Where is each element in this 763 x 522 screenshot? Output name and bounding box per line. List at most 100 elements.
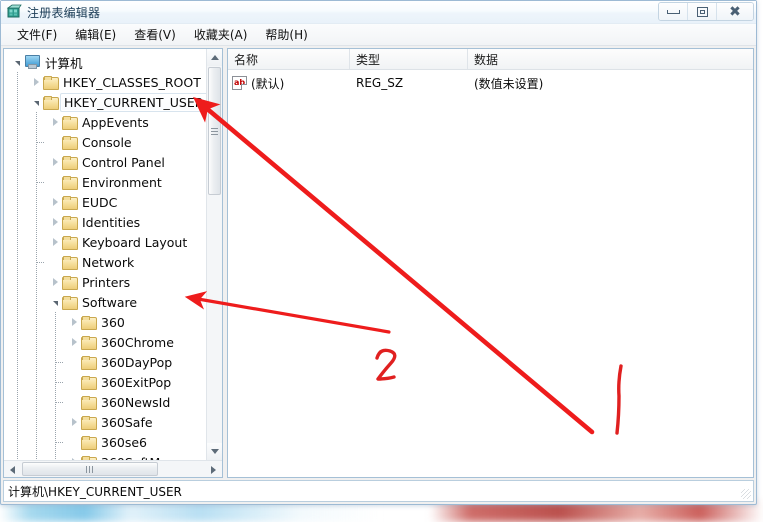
menu-help[interactable]: 帮助(H)	[256, 24, 316, 46]
minimize-button[interactable]	[659, 3, 688, 20]
folder-icon	[62, 255, 78, 270]
tree-item-label: Identities	[82, 214, 141, 230]
chevron-right-icon	[52, 238, 58, 246]
titlebar[interactable]: 注册表编辑器 ✖	[1, 1, 756, 24]
tree-item-360safe[interactable]: 360Safe	[4, 412, 206, 432]
expand-arrow-icon[interactable]	[48, 158, 62, 166]
tree-item-label: 360	[101, 314, 125, 330]
tree-item-label: 360Safe	[101, 414, 153, 430]
folder-icon	[81, 435, 97, 450]
chevron-down-icon	[211, 449, 219, 454]
tree-item-software[interactable]: Software	[4, 292, 206, 312]
chevron-right-icon	[71, 318, 77, 326]
tree-item-hkey-classes-root[interactable]: HKEY_CLASSES_ROOT	[4, 72, 206, 92]
menu-file[interactable]: 文件(F)	[8, 24, 66, 46]
table-row[interactable]: ab (默认) REG_SZ (数值未设置)	[228, 73, 753, 93]
column-header-data[interactable]: 数据	[468, 49, 753, 69]
tree-item-label: HKEY_CLASSES_ROOT	[63, 74, 201, 90]
maximize-button[interactable]	[688, 3, 717, 20]
expand-arrow-icon[interactable]	[48, 238, 62, 246]
tree-item-label: Software	[82, 294, 138, 310]
menu-edit[interactable]: 编辑(E)	[66, 24, 125, 46]
listview-header: 名称 类型 数据	[228, 49, 753, 70]
folder-icon	[62, 155, 78, 170]
expand-arrow-icon[interactable]	[48, 118, 62, 126]
menu-favorites[interactable]: 收藏夹(A)	[185, 24, 257, 46]
folder-icon	[81, 375, 97, 390]
folder-icon	[62, 115, 78, 130]
collapse-arrow-icon[interactable]	[10, 60, 24, 66]
tree-item-360se6[interactable]: 360se6	[4, 432, 206, 452]
tree-item-network[interactable]: Network	[4, 252, 206, 272]
horizontal-scrollbar-thumb[interactable]	[22, 462, 158, 476]
collapse-arrow-icon[interactable]	[29, 100, 43, 106]
scroll-down-button[interactable]	[207, 443, 222, 460]
tree-item-360newsid[interactable]: 360NewsId	[4, 392, 206, 412]
scroll-left-button[interactable]	[4, 461, 21, 477]
tree-item-label: Environment	[82, 174, 162, 190]
tree-item-keyboard-layout[interactable]: Keyboard Layout	[4, 232, 206, 252]
tree-item-printers[interactable]: Printers	[4, 272, 206, 292]
folder-icon	[62, 215, 78, 230]
tree-item-identities[interactable]: Identities	[4, 212, 206, 232]
tree-item-label: 360DayPop	[101, 354, 173, 370]
value-type-cell: REG_SZ	[356, 76, 404, 90]
folder-icon	[62, 295, 78, 310]
status-path: 计算机\HKEY_CURRENT_USER	[8, 484, 182, 499]
minimize-icon	[666, 9, 680, 14]
registry-editor-window: 注册表编辑器 ✖ 文件(F) 编辑(E) 查看(V) 收藏夹(A) 帮助(H)	[0, 0, 757, 505]
folder-icon	[81, 335, 97, 350]
tree-item-hkey-current-user[interactable]: HKEY_CURRENT_USER	[4, 92, 210, 112]
chevron-down-icon	[14, 60, 20, 66]
tree-item-360exitpop[interactable]: 360ExitPop	[4, 372, 206, 392]
tree-item-console[interactable]: Console	[4, 132, 206, 152]
column-header-name[interactable]: 名称	[228, 49, 350, 69]
close-button[interactable]: ✖	[717, 3, 753, 20]
registry-values-pane: 名称 类型 数据 ab (默认) REG_SZ (数值未设置)	[227, 48, 754, 478]
collapse-arrow-icon[interactable]	[48, 300, 62, 306]
value-name-cell: ab (默认)	[228, 75, 350, 92]
column-header-type[interactable]: 类型	[350, 49, 468, 69]
tree-item-control-panel[interactable]: Control Panel	[4, 152, 206, 172]
tree-item-[interactable]: 计算机	[4, 52, 206, 72]
expand-arrow-icon[interactable]	[29, 78, 43, 86]
tree-vertical-scrollbar[interactable]	[206, 49, 222, 460]
tree-horizontal-scrollbar[interactable]	[4, 460, 222, 477]
tree-item-360chrome[interactable]: 360Chrome	[4, 332, 206, 352]
expand-arrow-icon[interactable]	[48, 198, 62, 206]
scrollbar-grip-icon	[211, 127, 218, 135]
tree-item-label: Printers	[82, 274, 131, 290]
tree-item-label: Keyboard Layout	[82, 234, 188, 250]
menubar: 文件(F) 编辑(E) 查看(V) 收藏夹(A) 帮助(H)	[1, 24, 756, 46]
expand-arrow-icon[interactable]	[67, 418, 81, 426]
tree-scroll-area: 计算机 HKEY_CLASSES_ROOT HKEY_CURRENT_USER App…	[4, 49, 222, 477]
tree-item-label: AppEvents	[82, 114, 149, 130]
chevron-right-icon	[52, 198, 58, 206]
chevron-down-icon	[33, 100, 39, 106]
window-title: 注册表编辑器	[27, 5, 101, 20]
chevron-right-icon	[33, 78, 39, 86]
folder-icon	[43, 75, 59, 90]
tree-item-label: HKEY_CURRENT_USER	[60, 92, 210, 112]
tree-item-label: 360NewsId	[101, 394, 171, 410]
tree-item-360daypop[interactable]: 360DayPop	[4, 352, 206, 372]
tree-item-360[interactable]: 360	[4, 312, 206, 332]
chevron-down-icon	[52, 300, 58, 306]
expand-arrow-icon[interactable]	[48, 218, 62, 226]
expand-arrow-icon[interactable]	[48, 278, 62, 286]
vertical-scrollbar-thumb[interactable]	[208, 67, 221, 195]
expand-arrow-icon[interactable]	[67, 338, 81, 346]
tree-item-environment[interactable]: Environment	[4, 172, 206, 192]
expand-arrow-icon[interactable]	[67, 318, 81, 326]
registry-tree-pane: 计算机 HKEY_CLASSES_ROOT HKEY_CURRENT_USER App…	[3, 48, 223, 478]
resize-grip-icon[interactable]	[741, 489, 751, 499]
statusbar: 计算机\HKEY_CURRENT_USER	[3, 480, 754, 502]
menu-view[interactable]: 查看(V)	[125, 24, 185, 46]
string-value-icon-label: ab	[233, 78, 246, 87]
scroll-right-button[interactable]	[205, 461, 222, 477]
tree-item-appevents[interactable]: AppEvents	[4, 112, 206, 132]
tree-item-label: 360se6	[101, 434, 148, 450]
scroll-up-button[interactable]	[207, 49, 222, 66]
folder-icon	[62, 275, 78, 290]
tree-item-eudc[interactable]: EUDC	[4, 192, 206, 212]
